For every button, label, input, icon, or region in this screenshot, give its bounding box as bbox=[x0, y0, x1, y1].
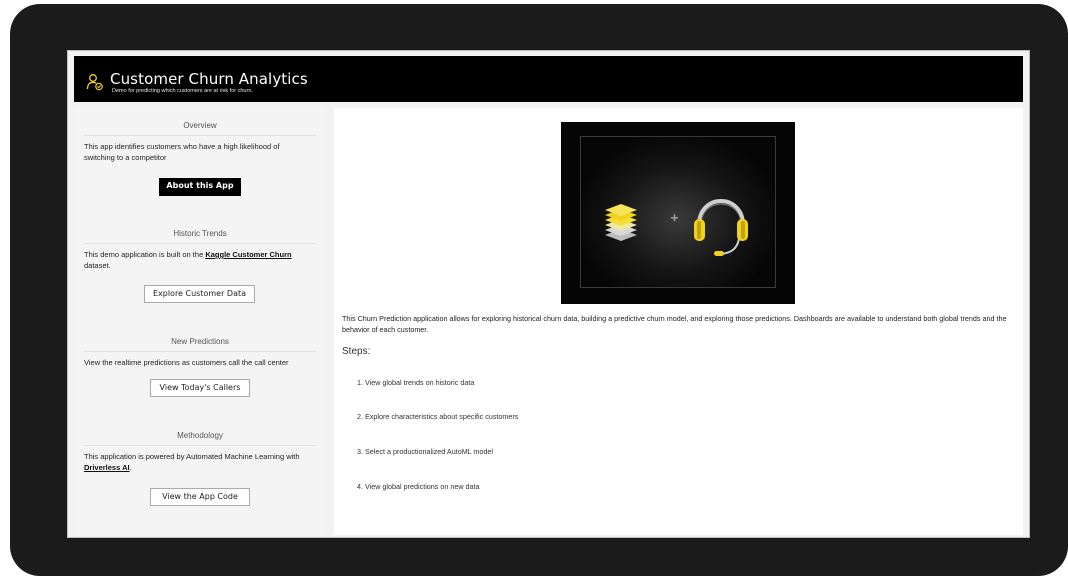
explore-customer-data-button[interactable]: Explore Customer Data bbox=[144, 285, 255, 303]
view-app-code-button[interactable]: View the App Code bbox=[150, 488, 250, 506]
divider bbox=[84, 351, 316, 352]
plus-icon bbox=[671, 214, 678, 222]
step-item: 1. View global trends on historic data bbox=[357, 378, 475, 387]
sidebar: Overview This app identifies customers w… bbox=[74, 108, 326, 535]
app-subtitle: Demo for predicting which customers are … bbox=[112, 88, 253, 94]
historic-trends-title: Historic Trends bbox=[173, 229, 227, 238]
about-app-button[interactable]: About this App bbox=[159, 178, 241, 196]
divider bbox=[84, 445, 316, 446]
main-content: This Churn Prediction application allows… bbox=[334, 108, 1023, 535]
step-item: 3. Select a productionalized AutoML mode… bbox=[357, 447, 493, 456]
step-item: 4. View global predictions on new data bbox=[357, 482, 480, 491]
device-bezel: Customer Churn Analytics Demo for predic… bbox=[10, 4, 1068, 576]
view-todays-callers-button[interactable]: View Today's Callers bbox=[150, 379, 250, 397]
app-title: Customer Churn Analytics bbox=[110, 70, 308, 88]
divider bbox=[84, 243, 316, 244]
app-header: Customer Churn Analytics Demo for predic… bbox=[74, 56, 1023, 102]
overview-text: This app identifies customers who have a… bbox=[84, 142, 280, 162]
data-plus-headset-illustration bbox=[605, 199, 748, 256]
steps-title: Steps: bbox=[342, 346, 371, 357]
kaggle-link[interactable]: Kaggle Customer Churn bbox=[205, 250, 291, 259]
divider bbox=[84, 135, 316, 136]
headset-icon bbox=[694, 199, 748, 256]
new-predictions-text: View the realtime predictions as custome… bbox=[84, 358, 289, 367]
methodology-text: This application is powered by Automated… bbox=[84, 452, 300, 472]
driverless-ai-link[interactable]: Driverless AI bbox=[84, 463, 130, 472]
methodology-title: Methodology bbox=[177, 431, 223, 440]
hero-image bbox=[561, 122, 795, 304]
user-check-icon bbox=[86, 74, 103, 91]
step-item: 2. Explore characteristics about specifi… bbox=[357, 412, 519, 421]
hero-frame bbox=[580, 136, 776, 288]
overview-title: Overview bbox=[183, 121, 217, 130]
historic-trends-text: This demo application is built on the Ka… bbox=[84, 250, 292, 270]
new-predictions-title: New Predictions bbox=[171, 337, 229, 346]
app-window: Customer Churn Analytics Demo for predic… bbox=[67, 50, 1030, 538]
app-description: This Churn Prediction application allows… bbox=[342, 314, 1007, 334]
data-layers-icon bbox=[605, 204, 637, 241]
